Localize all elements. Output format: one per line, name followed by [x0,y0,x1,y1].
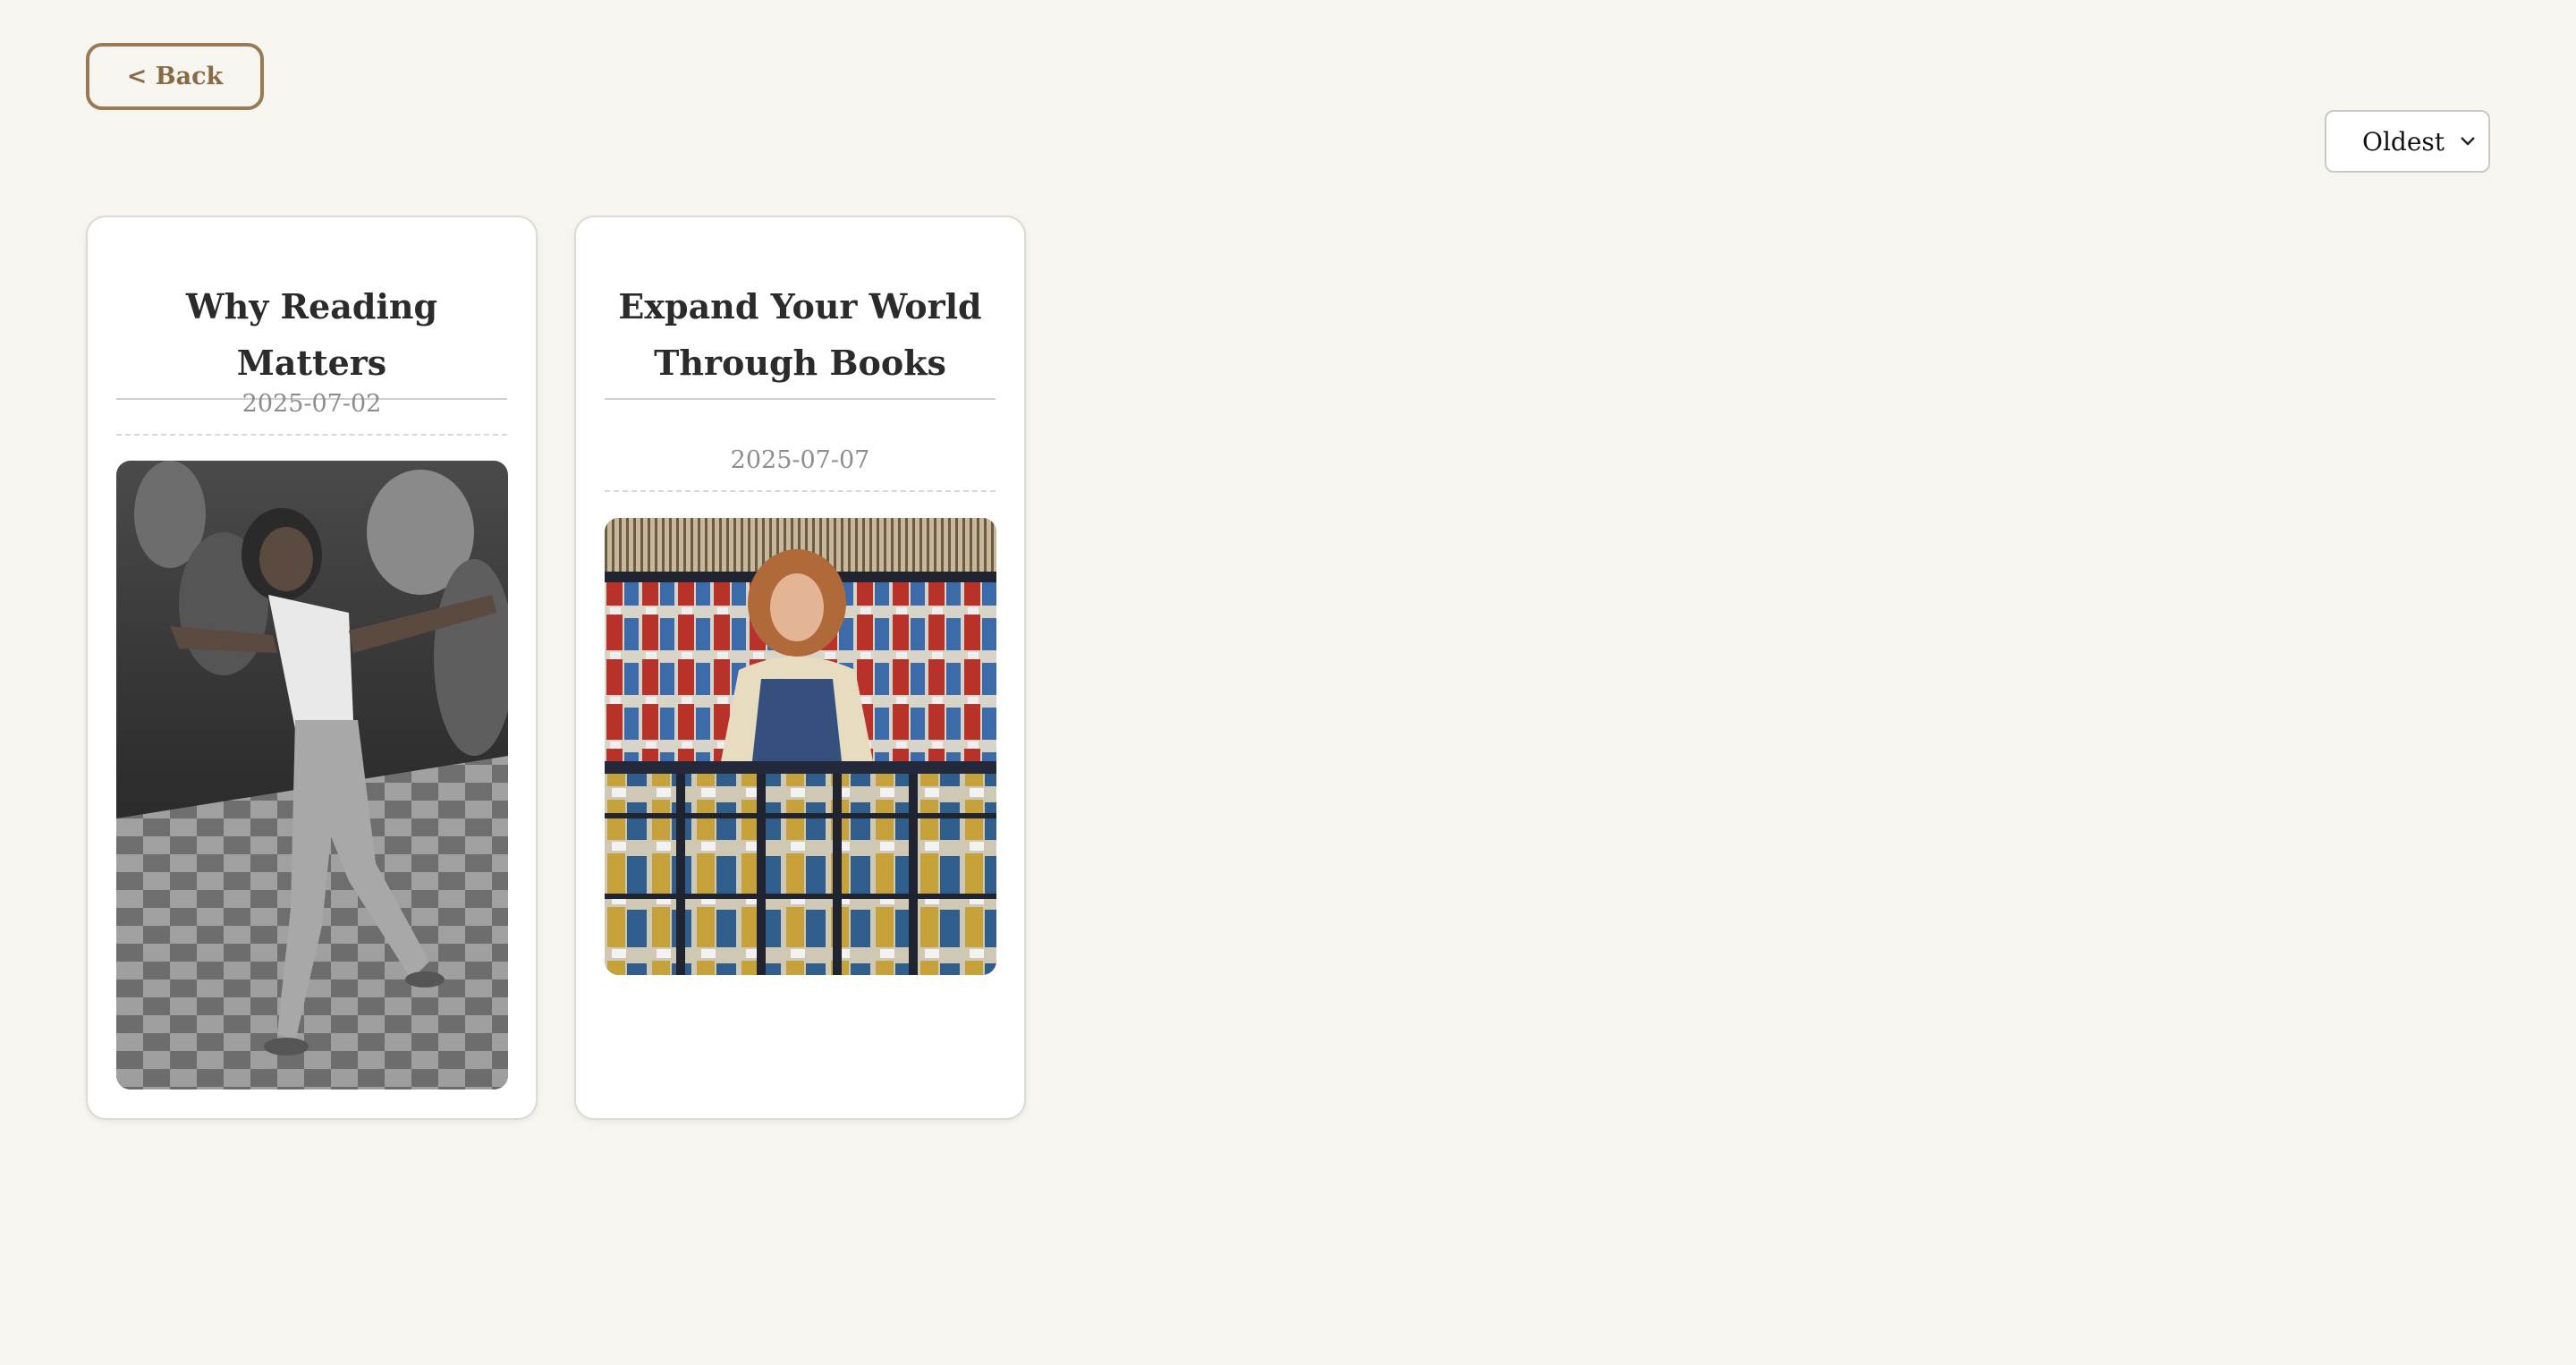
dancing-woman-photo-icon [116,461,508,1089]
back-button[interactable]: < Back [86,43,264,110]
post-image[interactable] [116,461,508,1089]
post-card[interactable]: Expand Your World Through Books 2025-07-… [574,216,1026,1120]
record-store-photo-icon [605,518,996,975]
post-date: 2025-07-07 [605,446,996,492]
post-date: 2025-07-02 [116,390,507,436]
chevron-down-icon [2461,137,2475,146]
post-title[interactable]: Why Reading Matters [116,278,507,400]
page: < Back Oldest Why Reading Matters 2025-0… [0,0,2576,1365]
sort-select[interactable]: Oldest [2325,110,2490,173]
post-title[interactable]: Expand Your World Through Books [605,278,996,400]
sort-selected-value: Oldest [2362,126,2445,157]
post-card[interactable]: Why Reading Matters 2025-07-02 [86,216,538,1120]
post-image[interactable] [605,518,996,975]
